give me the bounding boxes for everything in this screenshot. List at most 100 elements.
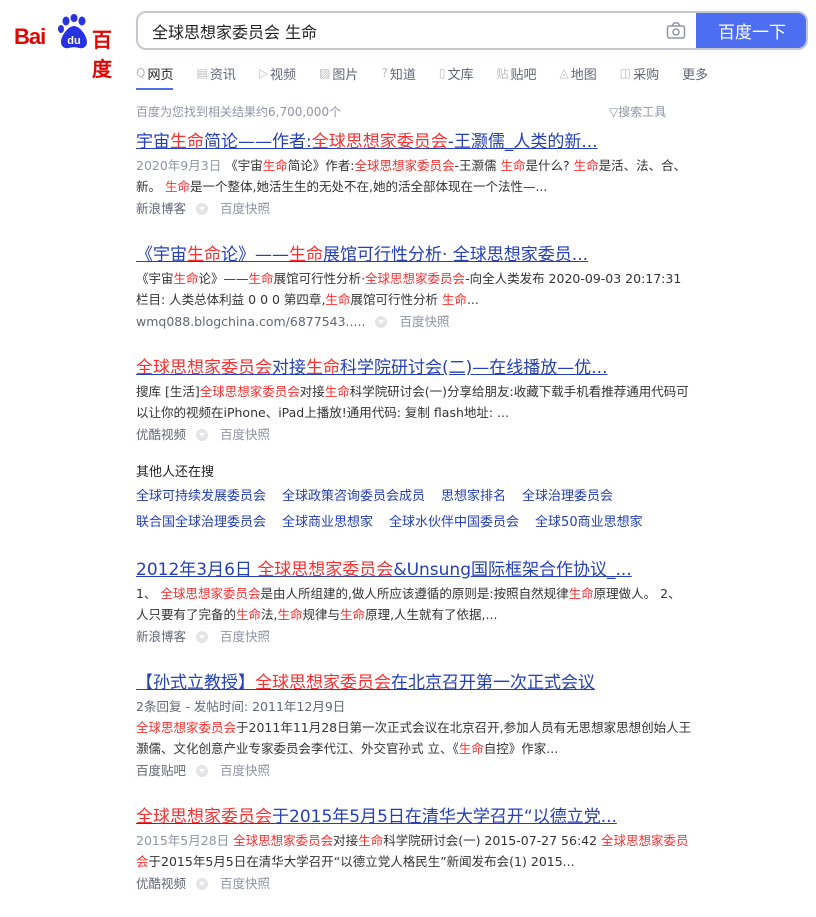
tab-label: 更多 (682, 67, 709, 83)
result-title-link[interactable]: 全球思想家委员会对接生命科学院研讨会(二)—在线播放—优... (136, 355, 696, 381)
result-source-line: 优酷视频 百度快照 (136, 872, 696, 896)
related-link[interactable]: 全球商业思想家 (282, 510, 373, 536)
tab-icon: ? (381, 66, 388, 80)
search-input[interactable] (138, 13, 656, 48)
keyword-highlight: 全球思想家委员会 (257, 560, 394, 580)
search-result: 全球思想家委员会于2015年5月5日在清华大学召开“以德立党... 2015年5月… (136, 804, 696, 896)
tab-label: 网页 (147, 67, 174, 83)
result-date: 2020年9月3日 (136, 158, 226, 173)
related-link[interactable]: 全球水伙伴中国委员会 (389, 510, 519, 536)
result-source-line: wmq088.blogchina.com/6877543..... 百度快照 (136, 310, 696, 334)
snapshot-link[interactable]: 百度快照 (220, 423, 270, 447)
text-segment: 简论》作者: (287, 158, 355, 173)
result-source-line: 百度贴吧 百度快照 (136, 759, 696, 783)
result-source[interactable]: wmq088.blogchina.com/6877543..... (136, 310, 365, 334)
logo-baidu-cn: 百度 (92, 28, 112, 81)
tab-3[interactable]: ▨ 图片 (319, 62, 358, 84)
tab-4[interactable]: ? 知道 (381, 62, 415, 84)
baidu-logo[interactable]: Bai du 百度 (14, 14, 118, 81)
text-segment: 科学院研讨会(一) 2015-07-27 56:42 (383, 833, 602, 848)
tab-0[interactable]: Q 网页 (136, 62, 174, 90)
result-title-link[interactable]: 宇宙生命简论——作者:全球思想家委员会-王灏儒_人类的新... (136, 129, 696, 155)
text-segment: 宇宙 (136, 132, 170, 152)
text-segment: 于2015年5月5日在清华大学召开“以德立党... (272, 807, 617, 827)
text-segment: 2012年3月6日 (136, 560, 258, 580)
keyword-highlight: 生命 (173, 271, 199, 286)
snapshot-link[interactable]: 百度快照 (220, 759, 270, 783)
dropdown-icon[interactable] (196, 429, 209, 441)
tab-7[interactable]: ◬ 地图 (559, 62, 596, 84)
result-source[interactable]: 新浪博客 (136, 625, 186, 649)
tab-icon: ▯ (438, 66, 446, 80)
dropdown-icon[interactable] (196, 878, 209, 890)
result-title-link[interactable]: 《宇宙生命论》——生命展馆可行性分析· 全球思想家委员... (136, 242, 696, 268)
dropdown-icon[interactable] (375, 316, 388, 328)
tab-label: 文库 (447, 67, 474, 83)
camera-icon[interactable] (656, 13, 696, 48)
result-source[interactable]: 百度贴吧 (136, 759, 186, 783)
related-row: 联合国全球治理委员会 全球商业思想家 全球水伙伴中国委员会 全球50商业思想家 (136, 510, 696, 536)
keyword-highlight: 全球思想家委员会 (311, 132, 448, 152)
text-segment: 论》—— (221, 245, 289, 265)
related-link[interactable]: 全球政策咨询委员会成员 (282, 484, 425, 510)
search-result: 宇宙生命简论——作者:全球思想家委员会-王灏儒_人类的新... 2020年9月3日… (136, 129, 696, 221)
text-segment: 原理,人生就有了依据,... (365, 607, 498, 622)
tab-icon: 贴 (496, 66, 509, 81)
keyword-highlight: 生命 (573, 158, 599, 173)
text-segment: 1、 (136, 586, 161, 601)
snapshot-link[interactable]: 百度快照 (220, 625, 270, 649)
result-source[interactable]: 优酷视频 (136, 423, 186, 447)
text-segment: -王灏儒 (454, 158, 501, 173)
text-segment: 对接 (272, 358, 306, 378)
dropdown-icon[interactable] (196, 203, 209, 215)
snapshot-link[interactable]: 百度快照 (220, 197, 270, 221)
tab-9[interactable]: 更多 (682, 62, 708, 84)
search-button[interactable]: 百度一下 (696, 13, 806, 48)
related-row: 全球可持续发展委员会 全球政策咨询委员会成员 思想家排名 全球治理委员会 (136, 484, 696, 510)
related-link[interactable]: 全球可持续发展委员会 (136, 484, 266, 510)
tab-label: 知道 (389, 67, 416, 83)
keyword-highlight: 全球思想家委员会 (199, 384, 300, 399)
text-segment: -王灏儒_人类的新... (447, 132, 598, 152)
result-count: 百度为您找到相关结果约6,700,000个 (136, 105, 342, 119)
tab-icon: Q (136, 66, 146, 80)
result-source-line: 新浪博客 百度快照 (136, 197, 696, 221)
tab-8[interactable]: ◫ 采购 (620, 62, 659, 84)
tab-6[interactable]: 贴贴吧 (496, 62, 536, 84)
related-heading: 其他人还在搜 (136, 465, 215, 480)
text-segment: 规律与 (302, 607, 341, 622)
tab-icon: ▤ (196, 66, 208, 80)
keyword-highlight: 全球思想家委员会 (136, 358, 272, 378)
text-segment: 法, (261, 607, 278, 622)
result-abstract: 1、 全球思想家委员会是由人所组建的,做人所应该遵循的原则是:按照自然规律生命原… (136, 583, 696, 625)
text-segment: 是由人所组建的,做人所应该遵循的原则是:按照自然规律 (260, 586, 569, 601)
snapshot-link[interactable]: 百度快照 (220, 872, 270, 896)
tab-label: 资讯 (209, 67, 236, 83)
related-link[interactable]: 全球50商业思想家 (535, 510, 643, 536)
search-tools-button[interactable]: ▽搜索工具 (609, 103, 666, 120)
text-segment: 《宇宙 (136, 245, 187, 265)
result-source-line: 新浪博客 百度快照 (136, 625, 696, 649)
result-title-link[interactable]: 2012年3月6日 全球思想家委员会&Unsung国际框架合作协议_... (136, 557, 696, 583)
related-link[interactable]: 联合国全球治理委员会 (136, 510, 266, 536)
dropdown-icon[interactable] (196, 631, 209, 643)
result-source[interactable]: 新浪博客 (136, 197, 186, 221)
snapshot-link[interactable]: 百度快照 (399, 310, 449, 334)
text-segment: 展馆可行性分析 (350, 292, 442, 307)
dropdown-icon[interactable] (196, 765, 209, 777)
tab-2[interactable]: ▷ 视频 (259, 62, 296, 84)
result-source-line: 优酷视频 百度快照 (136, 423, 696, 447)
result-title-link[interactable]: 【孙式立教授】全球思想家委员会在北京召开第一次正式会议 (136, 670, 696, 696)
keyword-highlight: 生命 (340, 607, 366, 622)
tab-1[interactable]: ▤ 资讯 (196, 62, 235, 84)
keyword-highlight: 生命 (164, 179, 190, 194)
result-abstract: 2020年9月3日 《宇宙生命简论》作者:全球思想家委员会-王灏儒 生命是什么?… (136, 155, 696, 197)
result-title-link[interactable]: 全球思想家委员会于2015年5月5日在清华大学召开“以德立党... (136, 804, 696, 830)
keyword-highlight: 全球思想家委员会 (136, 720, 237, 735)
keyword-highlight: 全球思想家委员会 (354, 158, 455, 173)
tab-5[interactable]: ▯ 文库 (439, 62, 474, 84)
result-source[interactable]: 优酷视频 (136, 872, 186, 896)
related-link[interactable]: 全球治理委员会 (522, 484, 613, 510)
logo-bai: Bai (14, 24, 46, 49)
related-link[interactable]: 思想家排名 (441, 484, 506, 510)
